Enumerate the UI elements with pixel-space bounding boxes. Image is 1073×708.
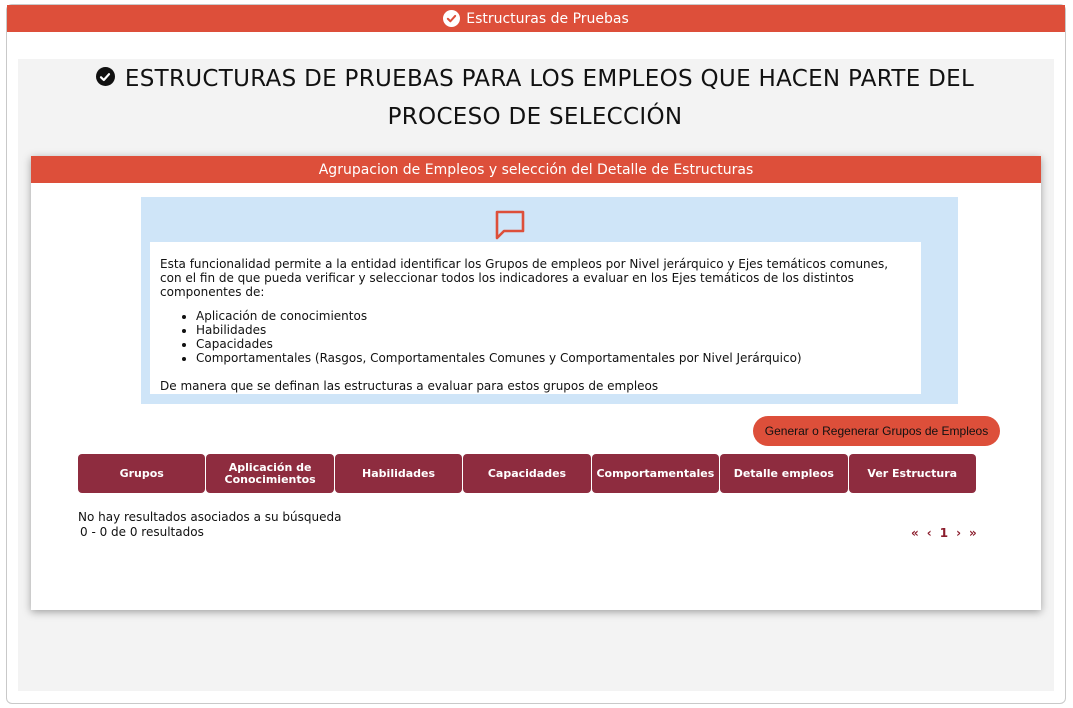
tab-aplicacion-conocimientos[interactable]: Aplicación de Conocimientos [206, 454, 334, 493]
pagination: « ‹ 1 › » [911, 526, 977, 540]
prev-page-button[interactable]: ‹ [927, 526, 932, 540]
top-bar: Estructuras de Pruebas [7, 5, 1065, 32]
first-page-button[interactable]: « [911, 526, 919, 540]
tab-ver-estructura[interactable]: Ver Estructura [848, 454, 976, 493]
tab-habilidades[interactable]: Habilidades [334, 454, 463, 493]
page-title-line2: PROCESO DE SELECCIÓN [387, 104, 683, 130]
regenerate-groups-button[interactable]: Generar o Regenerar Grupos de Empleos [753, 416, 1000, 446]
check-circle-icon [443, 10, 461, 27]
list-item: Aplicación de conocimientos [196, 309, 911, 323]
chat-icon [493, 208, 527, 246]
info-paragraph: Esta funcionalidad permite a la entidad … [160, 257, 889, 299]
list-item: Habilidades [196, 323, 911, 337]
tab-bar: Grupos Aplicación de Conocimientos Habili… [78, 454, 976, 493]
no-results-message: No hay resultados asociados a su búsqued… [78, 510, 342, 524]
check-circle-icon [95, 67, 115, 86]
top-bar-title: Estructuras de Pruebas [466, 10, 629, 27]
results-count: 0 - 0 de 0 resultados [80, 525, 204, 539]
info-text: Esta funcionalidad permite a la entidad … [150, 242, 921, 394]
tab-detalle-empleos[interactable]: Detalle empleos [720, 454, 848, 493]
tab-capacidades[interactable]: Capacidades [463, 454, 591, 493]
last-page-button[interactable]: » [969, 526, 977, 540]
page-title-line1: ESTRUCTURAS DE PRUEBAS PARA LOS EMPLEOS … [124, 66, 975, 92]
tab-grupos[interactable]: Grupos [78, 454, 206, 493]
info-box: Esta funcionalidad permite a la entidad … [141, 197, 958, 404]
tab-comportamentales[interactable]: Comportamentales [591, 454, 720, 493]
list-item: Comportamentales (Rasgos, Comportamental… [196, 351, 911, 365]
next-page-button[interactable]: › [956, 526, 961, 540]
grouping-card: Agrupacion de Empleos y selección del De… [31, 156, 1041, 610]
list-item: Capacidades [196, 337, 911, 351]
info-closing: De manera que se definan las estructuras… [160, 379, 659, 393]
page-title: ESTRUCTURAS DE PRUEBAS PARA LOS EMPLEOS … [60, 60, 1010, 136]
component-list: Aplicación de conocimientos Habilidades … [196, 309, 911, 365]
card-header: Agrupacion de Empleos y selección del De… [31, 156, 1041, 183]
current-page[interactable]: 1 [940, 526, 948, 540]
